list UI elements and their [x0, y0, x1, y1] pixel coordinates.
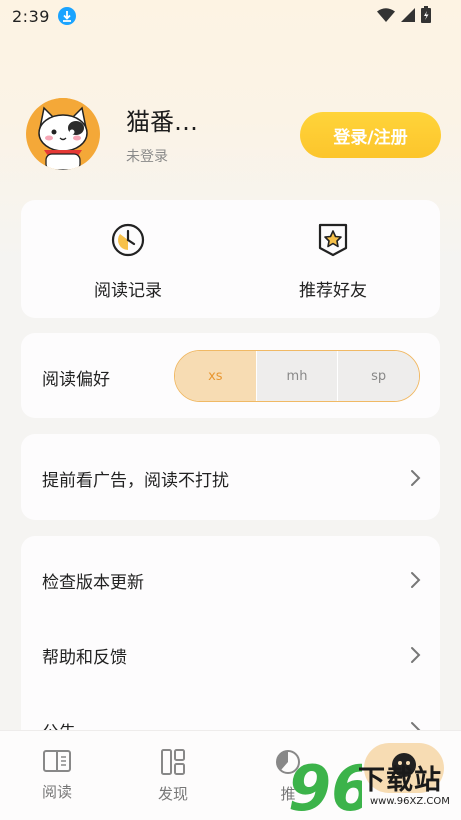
nav-discover-label: 发现: [157, 785, 188, 803]
svg-text:96: 96: [288, 752, 362, 820]
reading-preference-selector: xs mh sp: [174, 350, 420, 402]
reading-preference-label: 阅读偏好: [42, 370, 110, 390]
status-bar: 2:39: [0, 0, 461, 32]
download-icon: [57, 7, 76, 25]
check-update-row[interactable]: 检查版本更新: [42, 568, 422, 593]
help-feedback-row[interactable]: 帮助和反馈: [42, 643, 422, 668]
reading-preference-card: 阅读偏好 xs mh sp: [21, 333, 440, 418]
ad-preview-card[interactable]: 提前看广告，阅读不打扰: [21, 434, 440, 520]
recommend-friend-label: 推荐好友: [299, 281, 367, 301]
chevron-right-icon: [411, 572, 421, 588]
wifi-icon: [377, 7, 395, 22]
ad-preview-label: 提前看广告，阅读不打扰: [42, 471, 229, 491]
chevron-right-icon: [411, 470, 421, 486]
clock-icon: [111, 223, 145, 257]
watermark-url: www.96XZ.COM: [370, 796, 450, 807]
watermark-text: 下载站: [358, 765, 442, 796]
preference-option-mh[interactable]: mh: [255, 351, 338, 401]
help-feedback-label: 帮助和反馈: [42, 648, 127, 668]
status-time: 2:39: [12, 6, 50, 26]
settings-list-card: 检查版本更新 帮助和反馈 公告: [21, 536, 440, 746]
recommend-friend-button[interactable]: 推荐好友: [263, 222, 403, 301]
discover-icon: [161, 749, 185, 775]
star-badge-icon: [318, 223, 348, 257]
login-status: 未登录: [126, 149, 168, 165]
ad-preview-row[interactable]: 提前看广告，阅读不打扰: [42, 466, 422, 491]
signal-icon: [401, 7, 415, 22]
site-watermark: 96 下载站 www.96XZ.COM: [288, 752, 461, 820]
nav-tab-discover[interactable]: 发现: [143, 749, 203, 804]
avatar[interactable]: [26, 98, 100, 170]
chevron-right-icon: [411, 647, 421, 663]
battery-icon: [421, 6, 431, 23]
preference-option-sp[interactable]: sp: [337, 351, 419, 401]
preference-option-xs[interactable]: xs: [175, 351, 256, 401]
watermark-logo: 96: [288, 752, 362, 820]
book-icon: [43, 750, 71, 772]
username: 猫番…: [126, 108, 198, 136]
check-update-label: 检查版本更新: [42, 573, 144, 593]
nav-read-label: 阅读: [41, 783, 72, 801]
login-register-button[interactable]: 登录/注册: [300, 112, 441, 158]
reading-history-label: 阅读记录: [94, 281, 162, 301]
profile-section: 猫番… 未登录 登录/注册: [26, 98, 441, 172]
reading-history-button[interactable]: 阅读记录: [58, 222, 198, 301]
nav-tab-read[interactable]: 阅读: [27, 749, 87, 802]
quick-actions-card: 阅读记录 推荐好友: [21, 200, 440, 318]
